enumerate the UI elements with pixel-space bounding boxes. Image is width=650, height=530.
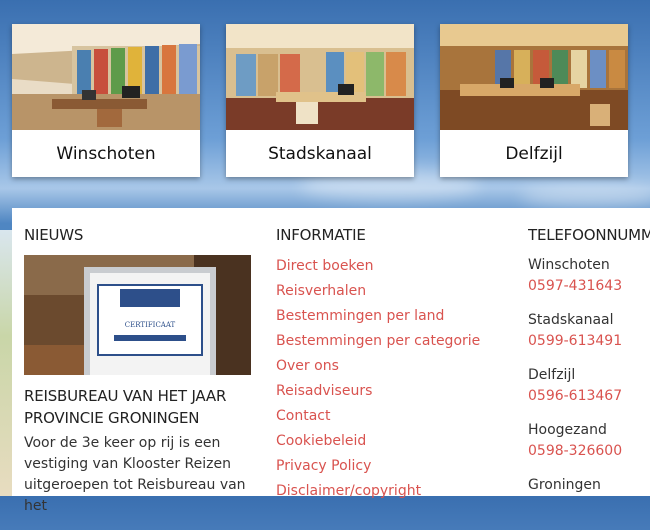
list-item: Bestemmingen per land [276,305,480,330]
phone-entry: Stadskanaal 0599-613491 [528,310,650,365]
list-item: Over ons [276,355,480,380]
location-card-winschoten[interactable]: Winschoten [12,24,200,177]
phone-entry: Groningen [528,475,650,530]
phone-city: Groningen [528,477,601,493]
phone-city: Delfzijl [528,367,576,383]
list-item: Bestemmingen per categorie [276,330,480,355]
phone-number-link[interactable]: 0598-326600 [528,441,650,462]
news-title: NIEUWS [24,226,84,244]
link-reisadviseurs[interactable]: Reisadviseurs [276,383,372,399]
phone-entry: Delfzijl 0596-613467 [528,365,650,420]
office-photo [12,24,200,130]
news-image[interactable]: CERTIFICAAT [24,255,251,375]
phones-list: Winschoten 0597-431643 Stadskanaal 0599-… [528,255,650,530]
info-title: INFORMATIE [276,226,366,244]
phone-city: Winschoten [528,257,610,273]
link-bestemmingen-per-land[interactable]: Bestemmingen per land [276,308,444,324]
link-disclaimer-copyright[interactable]: Disclaimer/copyright [276,483,421,499]
link-over-ons[interactable]: Over ons [276,358,339,374]
list-item: Cookiebeleid [276,430,480,455]
location-name[interactable]: Delfzijl [440,130,628,177]
location-card-stadskanaal[interactable]: Stadskanaal [226,24,414,177]
phone-entry: Winschoten 0597-431643 [528,255,650,310]
phone-number-link[interactable]: 0599-613491 [528,331,650,352]
location-name[interactable]: Stadskanaal [226,130,414,177]
list-item: Privacy Policy [276,455,480,480]
link-bestemmingen-per-categorie[interactable]: Bestemmingen per categorie [276,333,480,349]
office-photo [440,24,628,130]
phone-city: Stadskanaal [528,312,614,328]
location-card-delfzijl[interactable]: Delfzijl [440,24,628,177]
cloud-decoration [520,185,650,207]
certificate-text: CERTIFICAAT [125,321,176,329]
link-direct-boeken[interactable]: Direct boeken [276,258,374,274]
beach-background [0,230,12,496]
phone-number-link[interactable]: 0597-431643 [528,276,650,297]
list-item: Contact [276,405,480,430]
location-name[interactable]: Winschoten [12,130,200,177]
list-item: Reisadviseurs [276,380,480,405]
list-item: Reisverhalen [276,280,480,305]
info-links-list: Direct boeken Reisverhalen Bestemmingen … [276,255,480,505]
link-cookiebeleid[interactable]: Cookiebeleid [276,433,366,449]
phone-entry: Hoogezand 0598-326600 [528,420,650,475]
list-item: Direct boeken [276,255,480,280]
office-photo [226,24,414,130]
phone-number-link[interactable]: 0596-613467 [528,386,650,407]
news-headline[interactable]: REISBUREAU VAN HET JAAR PROVINCIE GRONIN… [24,385,264,429]
link-reisverhalen[interactable]: Reisverhalen [276,283,366,299]
list-item: Disclaimer/copyright [276,480,480,505]
link-privacy-policy[interactable]: Privacy Policy [276,458,371,474]
link-contact[interactable]: Contact [276,408,330,424]
news-body: Voor de 3e keer op rij is een vestiging … [24,435,246,514]
phones-title: TELEFOONNUMM [528,226,650,244]
phone-city: Hoogezand [528,422,607,438]
